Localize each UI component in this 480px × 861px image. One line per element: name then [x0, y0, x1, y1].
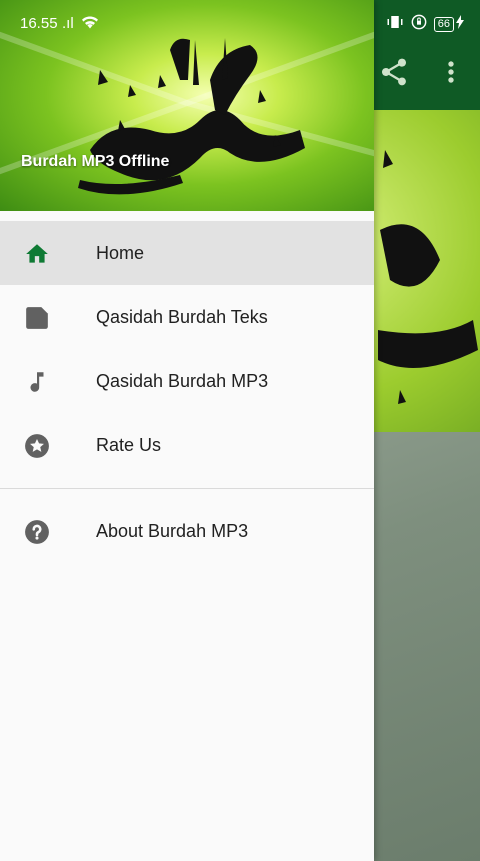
drawer-menu: Home Qasidah Burdah Teks Qasidah Burdah …	[0, 221, 374, 563]
home-icon	[26, 244, 48, 263]
signal-wifi-icons: .ıl	[62, 15, 98, 32]
drawer-header-title: Burdah MP3 Offline	[21, 153, 170, 170]
wifi-icon	[81, 16, 98, 29]
vibrate-icon	[386, 14, 404, 34]
menu-item-qasidah-burdah-mp3[interactable]: Qasidah Burdah MP3	[0, 349, 374, 413]
menu-item-qasidah-burdah-teks[interactable]: Qasidah Burdah Teks	[0, 285, 374, 349]
signal-icon: .ıl	[62, 15, 74, 32]
star-circle-icon	[25, 434, 49, 458]
menu-item-rate-us[interactable]: Rate Us	[0, 413, 374, 477]
music-note-icon	[30, 372, 44, 392]
menu-item-label: About Burdah MP3	[96, 520, 249, 541]
menu-divider	[0, 488, 374, 489]
menu-item-label: Rate Us	[96, 434, 162, 455]
status-time: 16.55	[20, 15, 58, 32]
battery-indicator: 66	[433, 16, 454, 32]
status-bar: 16.55 .ıl 66	[0, 0, 480, 36]
more-vert-icon[interactable]	[435, 56, 467, 88]
menu-item-label: Qasidah Burdah Teks	[96, 306, 268, 327]
help-circle-icon	[25, 520, 49, 544]
menu-item-label: Home	[96, 242, 145, 263]
menu-item-home[interactable]: Home	[0, 221, 374, 285]
status-right: 66	[386, 14, 464, 34]
file-icon	[26, 307, 48, 329]
navigation-drawer: Burdah MP3 Offline Home Qasidah Burdah T…	[0, 0, 374, 861]
muhammad-calligraphy-logo	[78, 38, 305, 195]
rotation-lock-icon	[411, 14, 427, 34]
share-icon[interactable]	[378, 56, 410, 88]
menu-item-about-burdah-mp3[interactable]: About Burdah MP3	[0, 499, 374, 563]
charging-icon	[456, 15, 464, 33]
menu-item-label: Qasidah Burdah MP3	[96, 370, 269, 391]
